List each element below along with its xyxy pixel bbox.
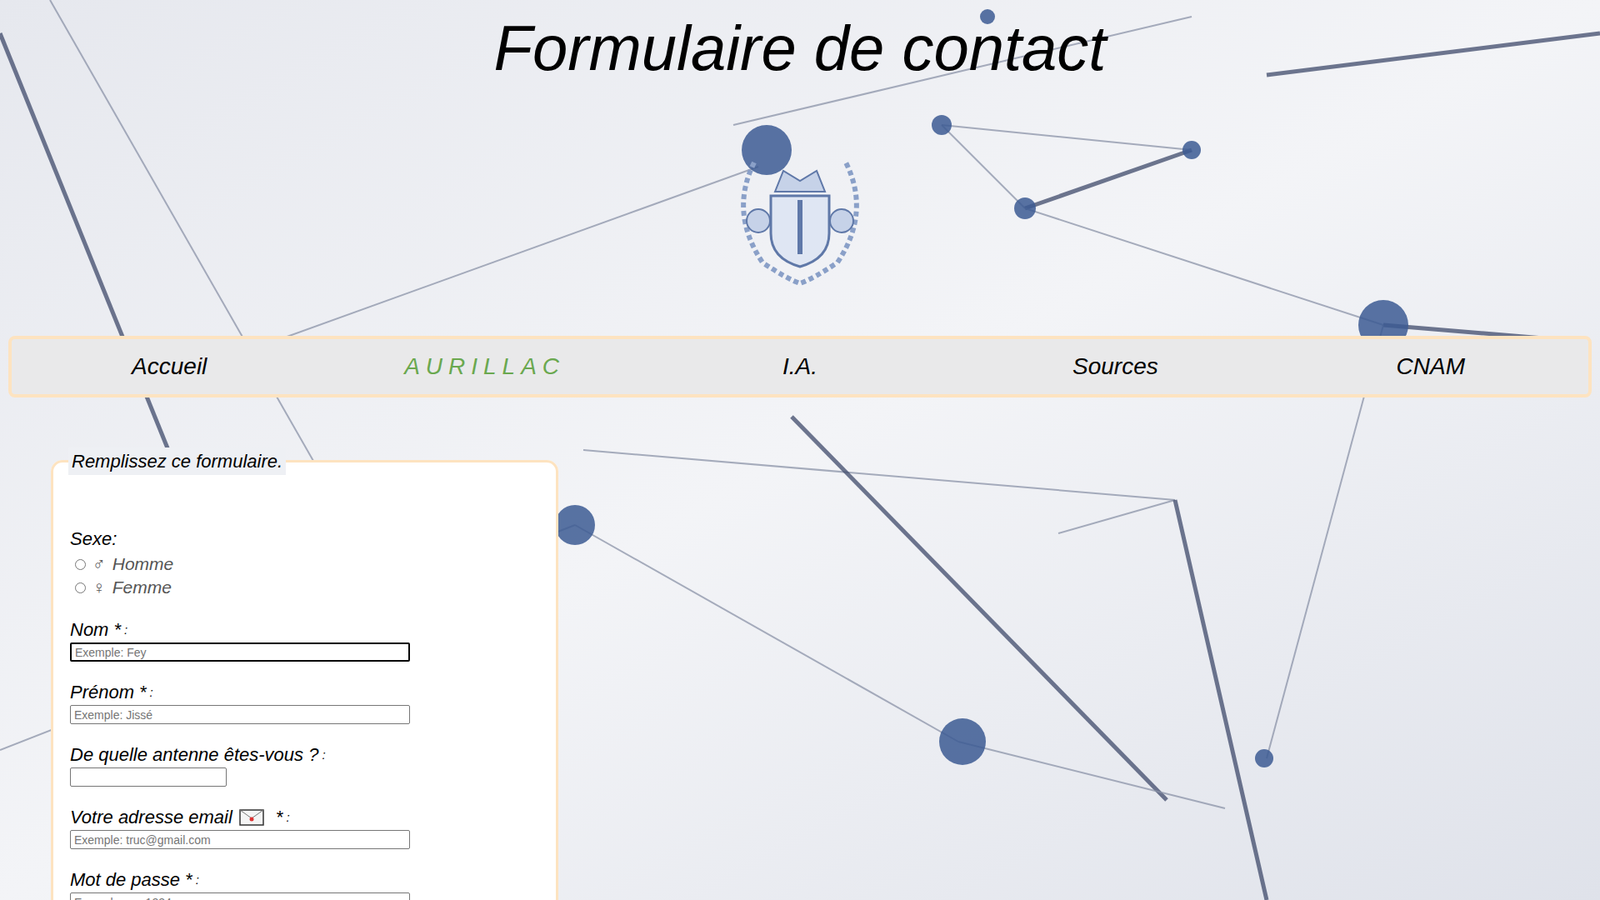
contact-form: Remplissez ce formulaire. Sexe:♂Homme♀Fem… <box>50 447 559 900</box>
nav-item[interactable]: Sources <box>957 349 1273 385</box>
field-label: Mot de passe*: <box>70 867 540 893</box>
text-input[interactable] <box>70 767 227 787</box>
nav-item[interactable]: CNAM <box>1273 349 1589 385</box>
nav-item[interactable]: Accueil <box>11 349 327 385</box>
nav-item[interactable]: AURILLAC <box>326 349 642 385</box>
form-field: De quelle antenne êtes-vous ?: <box>70 742 540 787</box>
text-input[interactable] <box>70 830 410 850</box>
form-field: Mot de passe*: <box>70 867 540 900</box>
nav-item[interactable]: I.A. <box>642 349 958 385</box>
field-label: Votre adresse email*: <box>70 805 540 830</box>
form-field: Votre adresse email*: <box>70 805 540 850</box>
form-field: Nom*: <box>70 617 540 662</box>
page-title: Formulaire de contact <box>0 0 1600 86</box>
field-label: De quelle antenne êtes-vous ?: <box>70 742 540 768</box>
text-input[interactable] <box>70 892 410 900</box>
form-legend: Remplissez ce formulaire. <box>68 447 286 475</box>
sex-label: Sexe: <box>70 525 540 553</box>
text-input[interactable] <box>70 705 410 725</box>
text-input[interactable] <box>70 642 410 662</box>
sex-option[interactable]: ♂Homme <box>75 552 540 576</box>
sex-option[interactable]: ♀Femme <box>75 575 540 600</box>
crest-logo <box>720 129 880 288</box>
field-label: Nom*: <box>70 617 540 643</box>
page: Formulaire de contact AccueilAURILLACI.A.… <box>0 0 1600 900</box>
form-field: Prénom*: <box>70 680 540 725</box>
field-label: Prénom*: <box>70 680 540 705</box>
envelope-icon <box>239 809 265 826</box>
nav-bar: AccueilAURILLACI.A.SourcesCNAM <box>8 335 1592 398</box>
